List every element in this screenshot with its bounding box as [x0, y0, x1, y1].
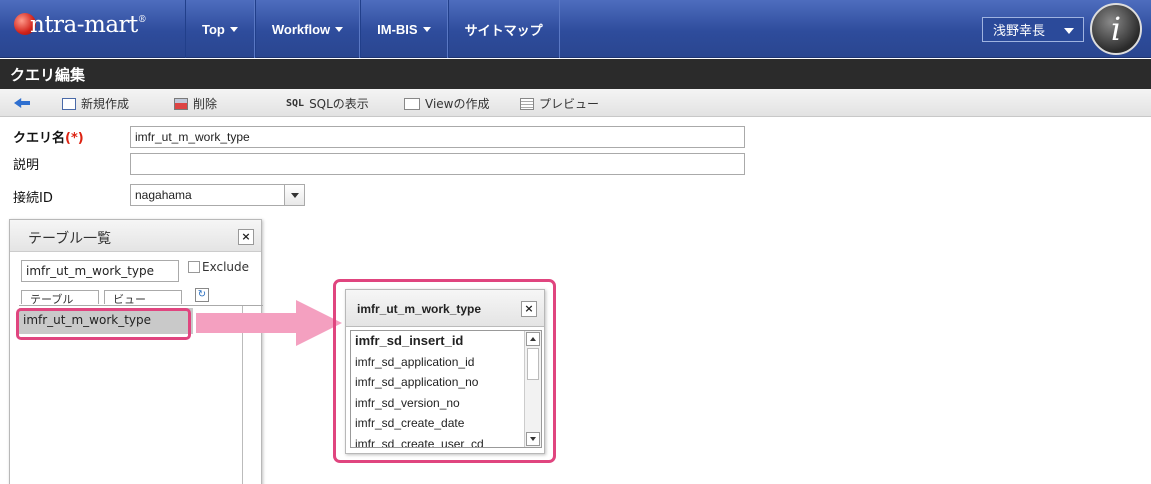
nav-item-im-bis[interactable]: IM-BIS [360, 0, 448, 58]
new-button[interactable]: 新規作成 [62, 95, 129, 112]
description-input[interactable] [130, 153, 745, 175]
nav-item-top[interactable]: Top [185, 0, 255, 58]
column-list[interactable]: imfr_sd_insert_id imfr_sd_application_id… [350, 330, 542, 448]
query-name-label: クエリ名(*) [13, 131, 84, 146]
query-name-input[interactable]: imfr_ut_m_work_type [130, 126, 745, 148]
pointer-arrow-icon [196, 300, 342, 346]
close-icon[interactable]: × [238, 229, 254, 245]
delete-icon [174, 97, 188, 110]
chevron-down-icon [335, 26, 344, 32]
toolbar: 新規作成 削除 SQL SQLの表示 Viewの作成 プレビュー [0, 89, 1151, 117]
tab-views[interactable]: ビュー [104, 290, 182, 304]
connection-id-select[interactable]: nagahama [130, 184, 285, 206]
intra-mart-logo[interactable]: ntra-mart® [14, 12, 147, 38]
preview-icon [520, 97, 534, 110]
back-arrow-icon [14, 98, 30, 108]
scroll-thumb[interactable] [527, 348, 539, 380]
list-item[interactable]: imfr_sd_create_date [351, 413, 541, 434]
sql-icon: SQL [286, 98, 305, 109]
list-item[interactable]: imfr_sd_version_no [351, 393, 541, 414]
exclude-checkbox[interactable] [188, 261, 200, 273]
new-document-icon [62, 97, 76, 110]
delete-button[interactable]: 削除 [174, 95, 217, 112]
table-list-header: テーブル一覧 × [10, 220, 261, 252]
column-list-header: imfr_ut_m_work_type × [346, 290, 544, 327]
close-icon[interactable]: × [521, 301, 537, 317]
show-sql-button[interactable]: SQL SQLの表示 [286, 95, 369, 112]
list-item[interactable]: imfr_sd_application_id [351, 352, 541, 373]
nav-item-workflow[interactable]: Workflow [254, 0, 361, 58]
scroll-up-icon[interactable] [526, 332, 540, 346]
chevron-down-icon [1064, 28, 1074, 34]
column-list-panel: imfr_ut_m_work_type × imfr_sd_insert_id … [345, 289, 545, 454]
user-menu-button[interactable]: 浅野幸長 [982, 17, 1084, 42]
nav-item-sitemap[interactable]: サイトマップ [447, 0, 560, 58]
description-label: 説明 [13, 158, 40, 173]
tab-tables[interactable]: テーブル [21, 290, 99, 304]
scrollbar[interactable] [524, 331, 541, 447]
nav-menu: Top Workflow IM-BIS サイトマップ [185, 0, 560, 58]
connection-dropdown-button[interactable] [284, 184, 305, 206]
top-navbar: ntra-mart® Top Workflow IM-BIS サイトマップ 浅野… [0, 0, 1151, 58]
chevron-down-icon [229, 26, 238, 32]
exclude-label: Exclude [202, 260, 250, 274]
create-view-button[interactable]: Viewの作成 [404, 95, 489, 112]
table-filter-input[interactable]: imfr_ut_m_work_type [21, 260, 179, 282]
highlight-frame [16, 308, 191, 340]
preview-button[interactable]: プレビュー [520, 95, 599, 112]
avatar[interactable]: i [1090, 3, 1142, 55]
connection-id-label: 接続ID [13, 191, 53, 206]
view-icon [404, 97, 420, 110]
chevron-down-icon [422, 26, 431, 32]
page-title: クエリ編集 [0, 59, 1151, 89]
list-item[interactable]: imfr_sd_insert_id [351, 331, 541, 352]
back-button[interactable] [14, 98, 35, 108]
list-item[interactable]: imfr_sd_application_no [351, 372, 541, 393]
scroll-down-icon[interactable] [526, 432, 540, 446]
list-item[interactable]: imfr_sd_create_user_cd [351, 434, 541, 448]
table-list-panel: テーブル一覧 × imfr_ut_m_work_type Exclude テーブ… [9, 219, 263, 484]
